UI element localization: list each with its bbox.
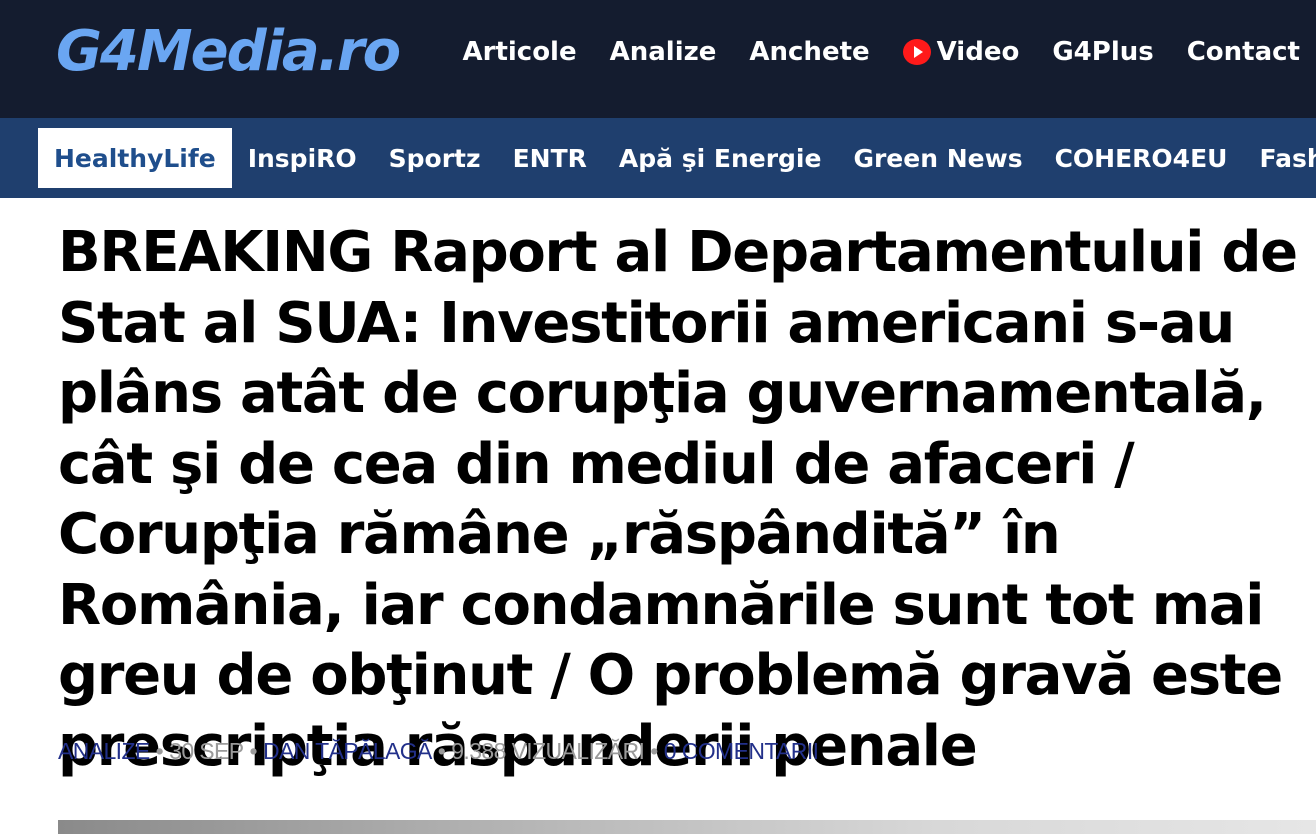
nav-contact[interactable]: Contact (1187, 37, 1300, 67)
top-header: G4Media.ro Articole Analize Anchete Vide… (0, 0, 1316, 118)
article-headline: BREAKING Raport al Departamentului de St… (58, 220, 1298, 779)
subnav-inspiro[interactable]: InspiRO (232, 128, 373, 188)
subnav-apa-si-energie[interactable]: Apă şi Energie (603, 128, 838, 188)
meta-date: 30 SEP (169, 737, 244, 764)
meta-separator: • (155, 737, 164, 764)
subnav-green-news[interactable]: Green News (837, 128, 1038, 188)
meta-separator: • (249, 737, 258, 764)
main-nav: Articole Analize Anchete Video G4Plus Co… (463, 28, 1301, 76)
meta-comments-link[interactable]: 0 COMENTARII (664, 738, 819, 765)
meta-separator: • (650, 737, 658, 764)
nav-video-label: Video (936, 37, 1020, 67)
nav-anchete[interactable]: Anchete (749, 37, 869, 67)
nav-analize[interactable]: Analize (610, 37, 717, 67)
meta-views: 9.388 VIZUALIZĂRI (451, 737, 645, 764)
meta-separator: • (437, 737, 446, 764)
article-meta: ANALIZE • 30 SEP • DAN TĂPĂLAGĂ • 9.388 … (58, 736, 819, 766)
nav-g4plus[interactable]: G4Plus (1052, 37, 1153, 67)
secondary-nav-bar: HealthyLife InspiRO Sportz ENTR Apă şi E… (0, 118, 1316, 198)
nav-video[interactable]: Video (902, 37, 1020, 67)
subnav-fashion[interactable]: Fashio (1243, 128, 1316, 188)
site-logo[interactable]: G4Media.ro (56, 14, 401, 94)
nav-articole[interactable]: Articole (463, 37, 577, 67)
article-hero-image (58, 820, 1316, 834)
meta-author-link[interactable]: DAN TĂPĂLAGĂ (263, 738, 432, 765)
meta-category-link[interactable]: ANALIZE (58, 738, 150, 765)
subnav-entr[interactable]: ENTR (497, 128, 603, 188)
subnav-healthylife[interactable]: HealthyLife (38, 128, 232, 188)
secondary-nav: HealthyLife InspiRO Sportz ENTR Apă şi E… (38, 128, 1316, 188)
subnav-cohero4eu[interactable]: COHERO4EU (1039, 128, 1244, 188)
subnav-sportz[interactable]: Sportz (373, 128, 497, 188)
youtube-play-icon (902, 39, 931, 65)
